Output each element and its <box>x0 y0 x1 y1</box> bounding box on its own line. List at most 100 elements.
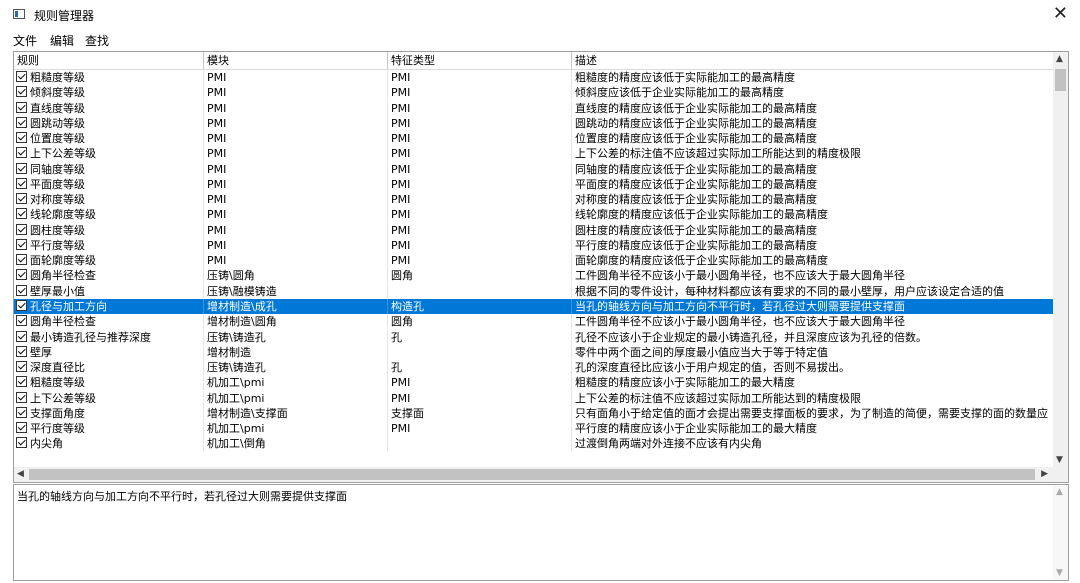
table-row[interactable]: 圆角半径检查 压铸\圆角 圆角 工件圆角半径不应该小于最小圆角半径，也不应该大于最大圆… <box>14 268 1055 284</box>
description-scroll-down-icon[interactable]: ▼ <box>1056 568 1063 578</box>
rule-cell: 圆角半径检查 <box>14 314 204 330</box>
app-window-icon <box>13 9 25 19</box>
rule-enabled-checkbox[interactable] <box>16 391 27 403</box>
rule-name: 平面度等级 <box>30 177 85 191</box>
rule-enabled-checkbox[interactable] <box>16 422 27 434</box>
rule-enabled-checkbox[interactable] <box>16 162 27 174</box>
table-row[interactable]: 壁厚 增材制造 零件中两个面之间的厚度最小值应当大于等于特定值 <box>14 344 1055 360</box>
table-row[interactable]: 同轴度等级 PMI PMI 同轴度的精度应该低于企业实际能加工的最高精度 <box>14 161 1055 177</box>
rule-name: 面轮廓度等级 <box>30 254 96 268</box>
rule-enabled-checkbox[interactable] <box>16 208 27 220</box>
table-row[interactable]: 平面度等级 PMI PMI 平面度的精度应该低于企业实际能加工的最高精度 <box>14 176 1055 192</box>
table-row[interactable]: 线轮廓度等级 PMI PMI 线轮廓度的精度应该低于企业实际能加工的最高精度 <box>14 207 1055 223</box>
table-row[interactable]: 圆跳动等级 PMI PMI 圆跳动的精度应该低于企业实际能加工的最高精度 <box>14 115 1055 131</box>
description-scroll-up-icon[interactable]: ▲ <box>1056 487 1063 497</box>
table-row[interactable]: 最小铸造孔径与推荐深度 压铸\铸造孔孔孔径不应该小于企业规定的最小铸造孔径，并且深… <box>14 329 1055 345</box>
column-header-feature-type[interactable]: 特征类型 <box>388 52 572 69</box>
description-panel[interactable]: 当孔的轴线方向与加工方向不平行时，若孔径过大则需要提供支撑面 ▲ ▼ <box>13 484 1069 581</box>
feature-type-cell: PMI <box>388 421 572 437</box>
rule-enabled-checkbox[interactable] <box>16 177 27 189</box>
description-cell: 线轮廓度的精度应该低于企业实际能加工的最高精度 <box>572 207 1055 223</box>
feature-type-cell: PMI <box>388 192 572 208</box>
rule-cell: 深度直径比 <box>14 360 204 376</box>
rule-enabled-checkbox[interactable] <box>16 254 27 266</box>
rule-enabled-checkbox[interactable] <box>16 299 27 311</box>
feature-type-cell: 构造孔 <box>388 298 572 314</box>
table-row[interactable]: 孔径与加工方向 增材制造\成孔 构造孔 当孔的轴线方向与加工方向不平行时，若孔径过大则… <box>14 298 1055 315</box>
menu-find[interactable]: 查找 <box>85 32 109 49</box>
table-row[interactable]: 面轮廓度等级 PMI PMI 面轮廓度的精度应该低于企业实际能加工的最高精度 <box>14 253 1055 269</box>
table-row[interactable]: 平行度等级 PMI PMI 平行度的精度应该低于企业实际能加工的最高精度 <box>14 237 1055 253</box>
rule-name: 圆柱度等级 <box>30 223 85 237</box>
table-row[interactable]: 圆角半径检查 增材制造\圆角 圆角 工件圆角半径不应该小于最小圆角半径，也不应该大于最… <box>14 314 1055 330</box>
rule-enabled-checkbox[interactable] <box>16 101 27 113</box>
rule-cell: 圆角半径检查 <box>14 268 204 284</box>
rule-enabled-checkbox[interactable] <box>16 345 27 357</box>
horizontal-scrollbar[interactable]: ◀ ▶ <box>14 467 1068 482</box>
rule-name: 圆角半径检查 <box>30 269 96 283</box>
description-text: 当孔的轴线方向与加工方向不平行时，若孔径过大则需要提供支撑面 <box>17 490 347 503</box>
menu-file[interactable]: 文件 <box>13 32 37 49</box>
table-row[interactable]: 壁厚最小值 压铸\融模铸造 根据不同的零件设计，每种材料都应该有要求的不同的最小壁厚… <box>14 283 1055 299</box>
table-row[interactable]: 位置度等级 PMI PMI 位置度的精度应该低于企业实际能加工的最高精度 <box>14 131 1055 147</box>
menu-bar: 文件 编辑 查找 <box>0 30 1080 50</box>
rule-enabled-checkbox[interactable] <box>16 193 27 205</box>
rule-enabled-checkbox[interactable] <box>16 406 27 418</box>
rule-enabled-checkbox[interactable] <box>16 315 27 327</box>
table-row[interactable]: 深度直径比 压铸\铸造孔孔孔的深度直径比应该小于用户规定的值，否则不易拔出。 <box>14 360 1055 376</box>
close-icon[interactable]: ✕ <box>1053 4 1068 24</box>
rule-cell: 面轮廓度等级 <box>14 253 204 269</box>
table-row[interactable]: 倾斜度等级 PMI PMI 倾斜度应该低于企业实际能加工的最高精度 <box>14 85 1055 101</box>
rule-cell: 倾斜度等级 <box>14 85 204 101</box>
rule-enabled-checkbox[interactable] <box>16 116 27 128</box>
rule-cell: 粗糙度等级 <box>14 375 204 391</box>
rule-name: 圆跳动等级 <box>30 116 85 130</box>
scroll-up-icon[interactable]: ▲ <box>1056 54 1063 64</box>
module-cell: 增材制造\圆角 <box>204 314 388 330</box>
table-row[interactable]: 对称度等级 PMI PMI 对称度的精度应该低于企业实际能加工的最高精度 <box>14 192 1055 208</box>
table-body: 粗糙度等级 PMI PMI 粗糙度的精度应该低于实际能加工的最高精度 倾斜度等级 PMI P… <box>14 70 1055 468</box>
rule-enabled-checkbox[interactable] <box>16 132 27 144</box>
rule-enabled-checkbox[interactable] <box>16 284 27 296</box>
module-cell: 压铸\圆角 <box>204 268 388 284</box>
scroll-left-icon[interactable]: ◀ <box>17 469 24 479</box>
description-scrollbar[interactable]: ▲ ▼ <box>1053 485 1068 580</box>
table-row[interactable]: 圆柱度等级 PMI PMI 圆柱度的精度应该低于企业实际能加工的最高精度 <box>14 222 1055 238</box>
column-header-description[interactable]: 描述 <box>572 52 1055 69</box>
rule-enabled-checkbox[interactable] <box>16 86 27 98</box>
table-row[interactable]: 上下公差等级 PMI PMI 上下公差的标注值不应该超过实际加工所能达到的精度极限 <box>14 146 1055 162</box>
table-row[interactable]: 上下公差等级 机加工\pmi PMI 上下公差的标注值不应该超过实际加工所能达到的精度… <box>14 390 1055 406</box>
rule-enabled-checkbox[interactable] <box>16 376 27 388</box>
module-cell: PMI <box>204 207 388 223</box>
table-row[interactable]: 直线度等级 PMI PMI 直线度的精度应该低于企业实际能加工的最高精度 <box>14 100 1055 116</box>
feature-type-cell: PMI <box>388 70 572 85</box>
rule-enabled-checkbox[interactable] <box>16 147 27 159</box>
rule-enabled-checkbox[interactable] <box>16 361 27 373</box>
table-row[interactable]: 内尖角 机加工\倒角 过渡倒角两端对外连接不应该有内尖角 <box>14 436 1055 452</box>
table-row[interactable]: 支撑面角度 增材制造\支撑面 支撑面 只有面角小于给定值的面才会提出需要支撑面板的要求… <box>14 405 1055 421</box>
rule-enabled-checkbox[interactable] <box>16 437 27 449</box>
horizontal-scroll-thumb[interactable] <box>29 469 1035 480</box>
vertical-scrollbar[interactable]: ▲ ▼ <box>1053 52 1068 467</box>
rule-enabled-checkbox[interactable] <box>16 238 27 250</box>
description-cell: 零件中两个面之间的厚度最小值应当大于等于特定值 <box>572 344 1055 360</box>
rule-name: 内尖角 <box>30 437 63 451</box>
module-cell: 压铸\融模铸造 <box>204 283 388 299</box>
rule-cell: 对称度等级 <box>14 192 204 208</box>
scroll-right-icon[interactable]: ▶ <box>1041 469 1048 479</box>
scroll-down-icon[interactable]: ▼ <box>1056 455 1063 465</box>
table-row[interactable]: 粗糙度等级 PMI PMI 粗糙度的精度应该低于实际能加工的最高精度 <box>14 70 1055 85</box>
menu-edit[interactable]: 编辑 <box>50 32 74 49</box>
column-header-rule[interactable]: 规则 <box>14 52 204 69</box>
table-row[interactable]: 粗糙度等级 机加工\pmi PMI 粗糙度的精度应该小于实际能加工的最大精度 <box>14 375 1055 391</box>
rule-enabled-checkbox[interactable] <box>16 223 27 235</box>
vertical-scroll-thumb[interactable] <box>1055 69 1066 91</box>
module-cell: 增材制造 <box>204 344 388 360</box>
rule-enabled-checkbox[interactable] <box>16 269 27 281</box>
feature-type-cell: PMI <box>388 375 572 391</box>
column-header-module[interactable]: 模块 <box>204 52 388 69</box>
module-cell: PMI <box>204 146 388 162</box>
table-row[interactable]: 平行度等级 机加工\pmi PMI 平行度的精度应该小于企业实际能加工的最大精度 <box>14 421 1055 437</box>
rule-enabled-checkbox[interactable] <box>16 71 27 82</box>
rule-enabled-checkbox[interactable] <box>16 330 27 342</box>
